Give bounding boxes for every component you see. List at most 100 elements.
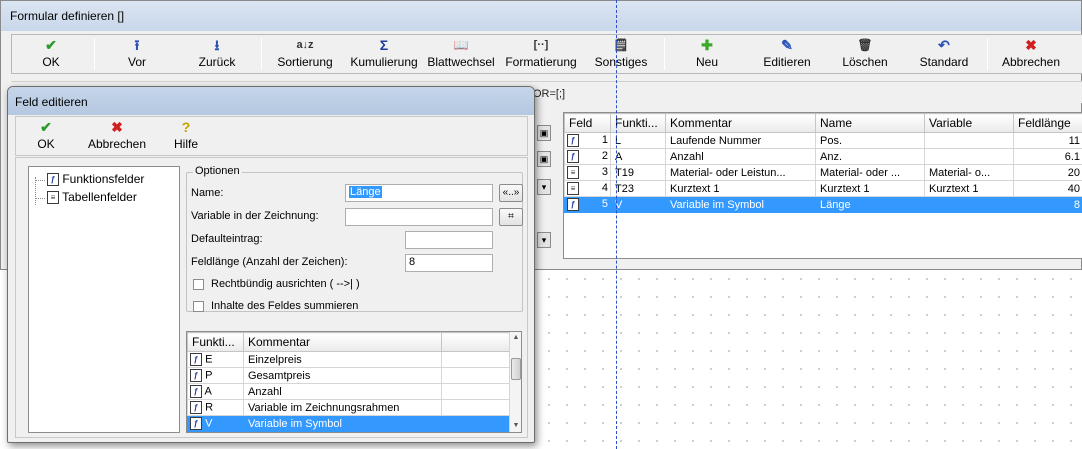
sum-checkbox[interactable] (193, 301, 204, 312)
drawing-guide-line (616, 0, 617, 449)
scroll-down-icon[interactable]: ▼ (511, 420, 521, 432)
column-header-feldlaenge[interactable]: Feldlänge (1013, 113, 1082, 133)
feldlaenge-cell: 40 (1013, 180, 1082, 197)
list-item[interactable]: ƒ R Variable im Zeichnungsrahmen (187, 399, 512, 416)
close-x-icon: ✖ (111, 119, 123, 135)
function-field-icon: ƒ (190, 401, 202, 414)
right-align-checkbox[interactable] (193, 279, 204, 290)
kumulierung-button[interactable]: Σ Kumulierung (346, 37, 422, 71)
column-header-funktion[interactable]: Funkti... (187, 332, 244, 352)
column-header-funktion[interactable]: Funkti... (610, 113, 666, 133)
loeschen-button-label: Löschen (842, 55, 888, 69)
column-header-name[interactable]: Name (815, 113, 925, 133)
table-field-icon: ≡ (47, 191, 59, 205)
blattwechsel-button[interactable]: 📖 Blattwechsel (425, 37, 497, 71)
formatierung-button[interactable]: [··] Formatierung (502, 37, 580, 71)
zurueck-button[interactable]: ⭳ Zurück (182, 37, 252, 71)
abbrechen-button[interactable]: ✖ Abbrechen (996, 37, 1066, 71)
name-cell: Pos. (815, 132, 925, 149)
kommentar-cell: Material- oder Leistun... (665, 164, 816, 181)
column-header-empty[interactable] (441, 332, 512, 352)
binoculars-icon: ⌗ (508, 211, 514, 222)
column-header-kommentar[interactable]: Kommentar (243, 332, 442, 352)
list-header-row: Funkti... Kommentar (187, 332, 512, 352)
tree-item-funktionsfelder[interactable]: ƒ Funktionsfelder (47, 172, 144, 188)
toolbar-separator (94, 38, 95, 70)
dialog-ok-button[interactable]: ✔ OK (20, 119, 72, 153)
plus-icon: ✚ (701, 37, 713, 53)
kommentar-cell: Einzelpreis (243, 351, 442, 368)
kommentar-cell: Kurztext 1 (665, 180, 816, 197)
table-row-selected[interactable]: ƒ5 V Variable im Symbol Länge 8 (564, 196, 1082, 213)
funktion-cell: ƒ A (187, 383, 244, 400)
funktion-cell: ƒ V (187, 415, 244, 432)
column-header-feld[interactable]: Feld (564, 113, 611, 133)
neu-button[interactable]: ✚ Neu (672, 37, 742, 71)
function-field-icon: ƒ (190, 369, 202, 382)
list-scrollbar[interactable]: ▲ ▼ (509, 332, 521, 432)
tree-item-label: Funktionsfelder (62, 172, 145, 186)
side-button[interactable]: ▣ (537, 125, 551, 141)
side-button[interactable]: ▣ (537, 151, 551, 167)
name-field[interactable]: Länge (345, 184, 493, 202)
table-row[interactable]: ≡ 3 T19 Material- oder Leistun... Materia… (564, 164, 1082, 181)
table-row[interactable]: ƒ2 A Anzahl Anz. 6.1 (564, 148, 1082, 165)
function-field-icon: ƒ (47, 173, 59, 187)
name-label: Name: (191, 187, 224, 199)
fields-grid: Feld Funkti... Kommentar Name Variable F… (563, 112, 1082, 259)
funktion-cell: ƒ E (187, 351, 244, 368)
column-header-variable[interactable]: Variable (924, 113, 1014, 133)
list-item-selected[interactable]: ƒ V Variable im Symbol (187, 415, 512, 432)
kommentar-cell: Anzahl (665, 148, 816, 165)
list-item[interactable]: ƒ P Gesamtpreis (187, 367, 512, 384)
pick-from-drawing-button[interactable]: ⌗ (499, 208, 523, 226)
kommentar-cell: Variable im Symbol (243, 415, 442, 432)
sortierung-button[interactable]: a↓z Sortierung (270, 37, 340, 71)
tree-connector (35, 198, 45, 199)
length-field[interactable]: 8 (405, 254, 493, 272)
grid-header-row: Feld Funkti... Kommentar Name Variable F… (564, 113, 1082, 133)
options-group: Optionen Name: Länge «..» Variable in de… (186, 165, 523, 312)
blattwechsel-button-label: Blattwechsel (427, 55, 495, 69)
scroll-up-icon[interactable]: ▲ (511, 332, 521, 344)
editieren-button-label: Editieren (763, 55, 811, 69)
function-list: Funkti... Kommentar ƒ E Einzelpreis ƒ P … (186, 331, 522, 433)
options-legend: Optionen (193, 165, 242, 177)
dialog-abbrechen-button[interactable]: ✖ Abbrechen (82, 119, 152, 153)
empty-cell (441, 383, 512, 400)
list-item[interactable]: ƒ A Anzahl (187, 383, 512, 400)
table-row[interactable]: ≡ 4 T23 Kurztext 1 Kurztext 1 Kurztext 1 … (564, 180, 1082, 197)
variable-field[interactable] (345, 208, 493, 226)
right-align-label: Rechtbündig ausrichten ( -->| ) (211, 278, 360, 290)
table-row[interactable]: ƒ1 L Laufende Nummer Pos. 11 (564, 132, 1082, 149)
vor-button[interactable]: ⭱ Vor (102, 37, 172, 71)
dialog-hilfe-button[interactable]: ? Hilfe (160, 119, 212, 153)
column-header-kommentar[interactable]: Kommentar (665, 113, 816, 133)
function-field-icon: ƒ (567, 150, 579, 163)
tree-item-tabellenfelder[interactable]: ≡ Tabellenfelder (47, 190, 137, 206)
editieren-button[interactable]: ✎ Editieren (752, 37, 822, 71)
side-dropdown-arrow[interactable]: ▾ (537, 179, 551, 195)
sonstiges-button-label: Sonstiges (594, 55, 648, 69)
empty-cell (441, 351, 512, 368)
trash-icon: 🗑 (857, 38, 873, 52)
ok-button-label: OK (42, 55, 60, 69)
feld-editieren-dialog: Feld editieren ✔ OK ✖ Abbrechen ? Hilfe … (7, 86, 535, 443)
name-picker-button[interactable]: «..» (499, 184, 523, 202)
name-cell: Material- oder ... (815, 164, 925, 181)
edit-pencil-icon: ✎ (781, 37, 793, 53)
sonstiges-button[interactable]: 🗒 Sonstiges (586, 37, 656, 71)
variable-cell: Kurztext 1 (924, 180, 1014, 197)
ok-button[interactable]: ✔ OK (16, 37, 86, 71)
scroll-thumb[interactable] (511, 358, 521, 380)
default-field[interactable] (405, 231, 493, 249)
standard-button[interactable]: ↶ Standard (909, 37, 979, 71)
side-dropdown-arrow[interactable]: ▾ (537, 232, 551, 248)
tree-connector (35, 177, 36, 205)
list-item[interactable]: ƒ E Einzelpreis (187, 351, 512, 368)
funktion-cell: T23 (610, 180, 666, 197)
main-toolbar: ✔ OK ⭱ Vor ⭳ Zurück a↓z Sortierung Σ Kum… (11, 34, 1082, 74)
row-number-cell: ≡ 4 (564, 180, 611, 197)
function-field-icon: ƒ (190, 417, 202, 430)
loeschen-button[interactable]: 🗑 Löschen (830, 37, 900, 71)
